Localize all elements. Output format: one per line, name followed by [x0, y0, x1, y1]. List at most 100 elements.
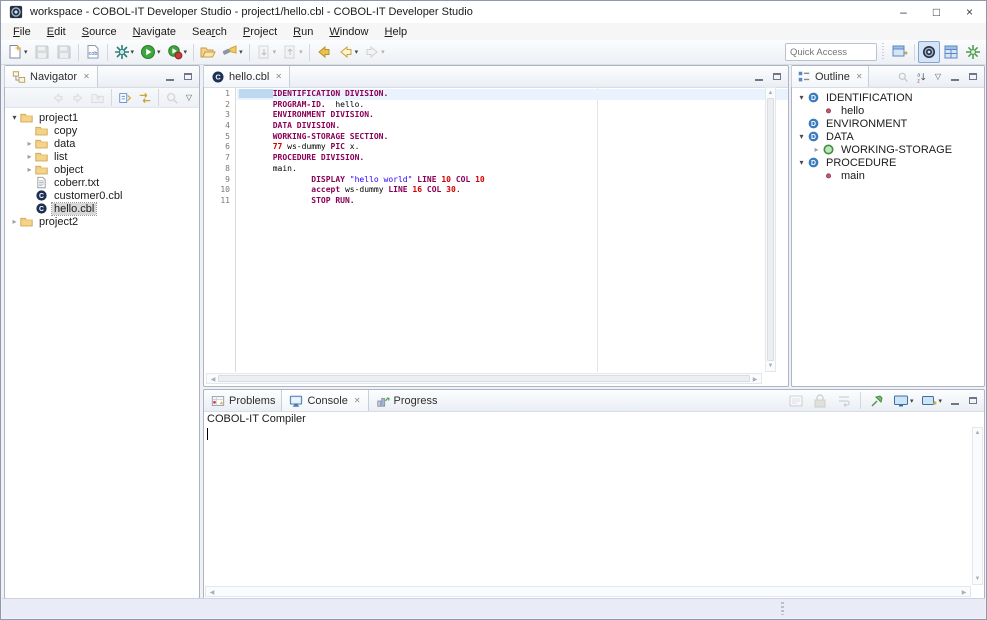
search-button[interactable]: ▾ — [219, 41, 246, 63]
expander-icon[interactable]: ▸ — [811, 145, 822, 154]
code-line-2[interactable]: 2 PROGRAM-ID. hello. — [204, 100, 788, 111]
outline-item-main[interactable]: main — [792, 169, 984, 182]
navigator-minimize-button[interactable] — [162, 69, 178, 85]
editor-tab-hello-cbl[interactable]: C hello.cbl ✕ — [203, 66, 290, 87]
navigator-item-customer0-cbl[interactable]: Ccustomer0.cbl — [5, 189, 199, 202]
navigator-view-menu-icon[interactable]: ▽ — [182, 93, 196, 102]
outline-item-environment[interactable]: DENVIRONMENT — [792, 117, 984, 130]
navigator-item-project2[interactable]: ▸project2 — [5, 215, 199, 228]
minimize-window-button[interactable]: – — [887, 1, 920, 23]
menu-navigate[interactable]: Navigate — [125, 25, 184, 39]
outline-item-data[interactable]: ▾DDATA — [792, 130, 984, 143]
editor-horizontal-scrollbar[interactable]: ◀▶ — [206, 373, 762, 384]
debug-perspective-button[interactable] — [962, 41, 984, 63]
outline-view-menu-icon[interactable]: ▽ — [931, 72, 945, 81]
menu-project[interactable]: Project — [235, 25, 285, 39]
compile-cobol-button[interactable]: cob — [82, 41, 104, 63]
code-line-9[interactable]: 9 DISPLAY "hello world" LINE 10 COL 10 — [204, 175, 788, 186]
code-line-3[interactable]: 3 ENVIRONMENT DIVISION. — [204, 110, 788, 121]
run-cobol-button[interactable]: ▾ — [164, 41, 191, 63]
outline-item-identification[interactable]: ▾DIDENTIFICATION — [792, 91, 984, 104]
navigator-tab[interactable]: Navigator ✕ — [4, 66, 98, 87]
outline-maximize-button[interactable] — [965, 69, 981, 85]
console-output[interactable]: ▲▼ ◀▶ — [204, 426, 984, 598]
code-line-8[interactable]: 8 main. — [204, 164, 788, 175]
maximize-window-button[interactable]: □ — [920, 1, 953, 23]
open-console-button[interactable]: ▾ — [918, 390, 945, 412]
tab-progress[interactable]: Progress — [369, 390, 445, 411]
navigator-item-object[interactable]: ▸object — [5, 163, 199, 176]
console-horizontal-scrollbar[interactable]: ◀▶ — [205, 586, 971, 597]
last-edit-location-button[interactable] — [313, 41, 335, 63]
new-button[interactable]: ▾ — [4, 41, 31, 63]
expander-icon[interactable]: ▾ — [796, 132, 807, 141]
menu-source[interactable]: Source — [74, 25, 125, 39]
close-editor-tab-icon[interactable]: ✕ — [275, 72, 282, 81]
dropdown-arrow-icon[interactable]: ▾ — [910, 397, 914, 405]
menu-window[interactable]: Window — [321, 25, 376, 39]
resource-perspective-button[interactable] — [940, 41, 962, 63]
dropdown-arrow-icon[interactable]: ▾ — [184, 48, 188, 56]
dropdown-arrow-icon[interactable]: ▾ — [273, 48, 277, 56]
code-editor[interactable]: 1 IDENTIFICATION DIVISION.2 PROGRAM-ID. … — [204, 87, 788, 386]
menu-edit[interactable]: Edit — [39, 25, 74, 39]
debug-button[interactable]: ▾ — [111, 41, 138, 63]
close-console-tab-icon[interactable]: ✕ — [354, 396, 361, 405]
expander-icon[interactable]: ▸ — [24, 152, 35, 161]
dropdown-arrow-icon[interactable]: ▾ — [239, 48, 243, 56]
code-line-10[interactable]: 10 accept ws-dummy LINE 16 COL 30. — [204, 185, 788, 196]
cobol-perspective-button[interactable] — [918, 41, 940, 63]
expander-icon[interactable]: ▸ — [24, 139, 35, 148]
editor-maximize-button[interactable] — [769, 69, 785, 85]
dropdown-arrow-icon[interactable]: ▾ — [938, 397, 942, 405]
tab-console[interactable]: Console✕ — [281, 390, 368, 411]
menu-file[interactable]: File — [5, 25, 39, 39]
collapse-all-button[interactable] — [115, 87, 135, 109]
outline-focus-button[interactable] — [895, 69, 911, 85]
navigator-item-copy[interactable]: copy — [5, 124, 199, 137]
console-vertical-scrollbar[interactable]: ▲▼ — [972, 427, 983, 585]
code-line-7[interactable]: 7 PROCEDURE DIVISION. — [204, 153, 788, 164]
sort-alphabetically-button[interactable]: a z — [913, 69, 929, 85]
navigator-item-data[interactable]: ▸data — [5, 137, 199, 150]
link-with-editor-button[interactable] — [135, 87, 155, 109]
dropdown-arrow-icon[interactable]: ▾ — [131, 48, 135, 56]
outline-item-procedure[interactable]: ▾DPROCEDURE — [792, 156, 984, 169]
editor-minimize-button[interactable] — [751, 69, 767, 85]
display-selected-console-button[interactable]: ▾ — [890, 390, 917, 412]
outline-item-hello[interactable]: hello — [792, 104, 984, 117]
code-line-6[interactable]: 6 77 ws-dummy PIC x. — [204, 142, 788, 153]
pin-console-button[interactable] — [866, 390, 888, 412]
navigator-item-coberr-txt[interactable]: coberr.txt — [5, 176, 199, 189]
run-button[interactable]: ▾ — [137, 41, 164, 63]
outline-tab[interactable]: Outline ✕ — [791, 66, 869, 87]
dropdown-arrow-icon[interactable]: ▾ — [157, 48, 161, 56]
code-line-4[interactable]: 4 DATA DIVISION. — [204, 121, 788, 132]
expander-icon[interactable]: ▸ — [9, 217, 20, 226]
console-minimize-button[interactable] — [947, 393, 963, 409]
expander-icon[interactable]: ▾ — [9, 113, 20, 122]
editor-vertical-scrollbar[interactable]: ▲▼ — [765, 87, 776, 372]
back-button[interactable]: ▾ — [335, 41, 362, 63]
navigator-item-list[interactable]: ▸list — [5, 150, 199, 163]
expander-icon[interactable]: ▾ — [796, 93, 807, 102]
navigator-item-hello-cbl[interactable]: Chello.cbl — [5, 202, 199, 215]
dropdown-arrow-icon[interactable]: ▾ — [381, 48, 385, 56]
tab-problems[interactable]: Problems — [204, 390, 282, 411]
code-line-5[interactable]: 5 WORKING-STORAGE SECTION. — [204, 132, 788, 143]
navigator-item-project1[interactable]: ▾project1 — [5, 111, 199, 124]
dropdown-arrow-icon[interactable]: ▾ — [299, 48, 303, 56]
open-perspective-button[interactable] — [889, 41, 911, 63]
console-maximize-button[interactable] — [965, 393, 981, 409]
open-copybook-button[interactable] — [197, 41, 219, 63]
outline-item-working-storage[interactable]: ▸WORKING-STORAGE — [792, 143, 984, 156]
dropdown-arrow-icon[interactable]: ▾ — [355, 48, 359, 56]
close-window-button[interactable]: × — [953, 1, 986, 23]
code-line-11[interactable]: 11 STOP RUN. — [204, 196, 788, 207]
close-navigator-icon[interactable]: ✕ — [83, 72, 90, 81]
quick-access-input[interactable] — [785, 43, 877, 61]
expander-icon[interactable]: ▾ — [796, 158, 807, 167]
menu-search[interactable]: Search — [184, 25, 235, 39]
close-outline-icon[interactable]: ✕ — [856, 72, 863, 81]
menu-help[interactable]: Help — [377, 25, 416, 39]
